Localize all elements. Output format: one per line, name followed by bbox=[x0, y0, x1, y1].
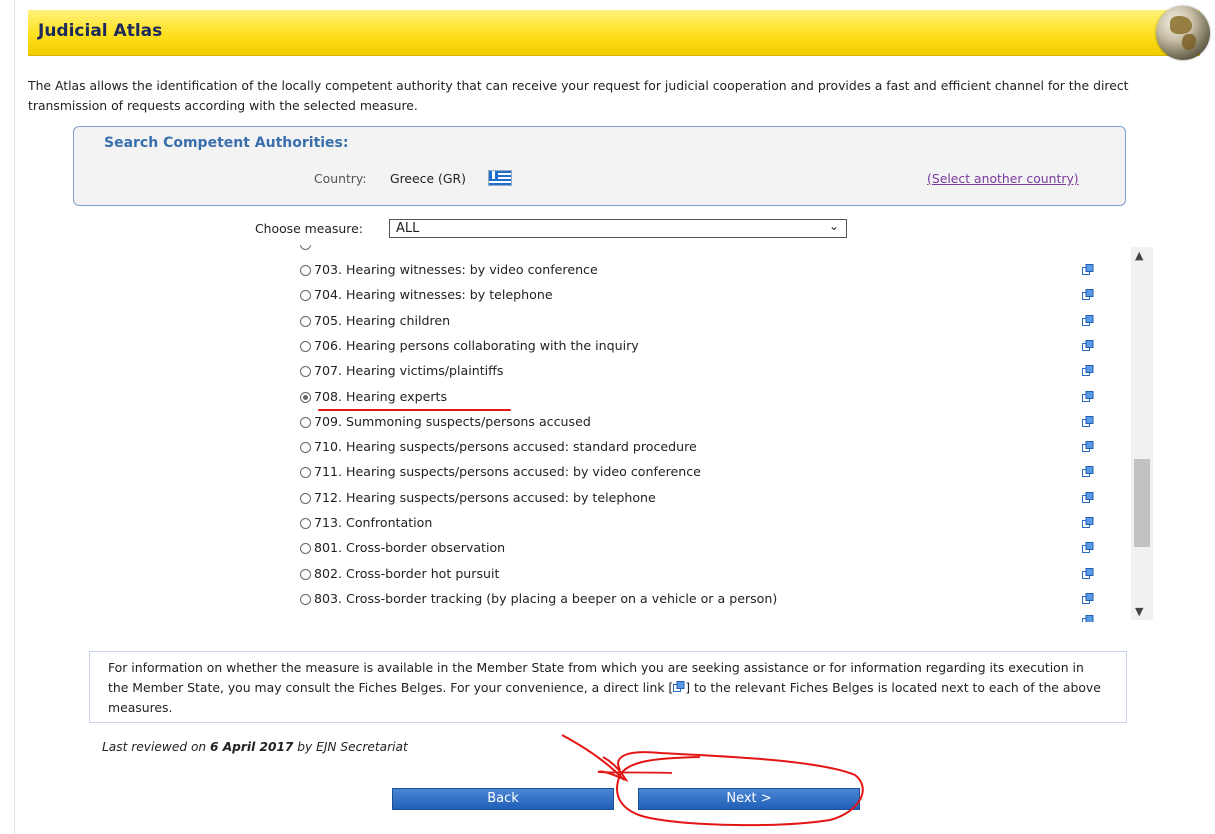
measure-row[interactable]: 713. Confrontation bbox=[300, 512, 1100, 534]
external-link-icon[interactable] bbox=[1082, 615, 1094, 622]
measure-radio[interactable] bbox=[300, 568, 311, 580]
country-label: Country: bbox=[314, 171, 367, 186]
measure-radio[interactable] bbox=[300, 416, 311, 428]
greece-flag-icon bbox=[488, 170, 512, 186]
back-button[interactable]: Back bbox=[392, 788, 614, 810]
measure-radio[interactable] bbox=[300, 593, 311, 605]
measure-select-value: ALL bbox=[396, 221, 420, 236]
globe-icon bbox=[1156, 6, 1210, 60]
measure-label-text: 711. Hearing suspects/persons accused: b… bbox=[314, 464, 701, 480]
external-link-icon[interactable] bbox=[1082, 517, 1094, 529]
measure-label-text: 708. Hearing experts bbox=[314, 388, 448, 404]
select-another-country-link[interactable]: (Select another country) bbox=[927, 171, 1079, 186]
measure-label-text: 707. Hearing victims/plaintiffs bbox=[314, 363, 504, 379]
measure-row[interactable]: 711. Hearing suspects/persons accused: b… bbox=[300, 461, 1100, 483]
measure-select[interactable]: ALL ⌄ bbox=[389, 219, 847, 238]
external-link-icon[interactable] bbox=[1082, 365, 1094, 377]
measure-radio[interactable] bbox=[300, 442, 311, 454]
external-link-icon[interactable] bbox=[1082, 592, 1094, 605]
scroll-down-arrow-icon[interactable]: ▼ bbox=[1135, 605, 1143, 618]
measure-row[interactable]: 703. Hearing witnesses: by video confere… bbox=[300, 259, 1100, 281]
measure-radio[interactable] bbox=[300, 467, 311, 479]
last-reviewed: Last reviewed on 6 April 2017 by EJN Sec… bbox=[102, 740, 408, 754]
measure-label-text: 801. Cross-border observation bbox=[314, 540, 506, 556]
measure-radio[interactable] bbox=[300, 518, 311, 529]
external-link-icon[interactable] bbox=[1082, 491, 1094, 504]
measure-radio[interactable] bbox=[300, 391, 311, 403]
external-link-icon[interactable] bbox=[1082, 415, 1094, 428]
external-link-icon[interactable] bbox=[1082, 466, 1094, 478]
measure-radio[interactable] bbox=[300, 265, 311, 276]
measure-row-partial bbox=[300, 245, 1100, 255]
measure-label-text: 710. Hearing suspects/persons accused: s… bbox=[314, 439, 697, 455]
external-link-icon[interactable] bbox=[1082, 264, 1094, 276]
reviewed-date: 6 April 2017 bbox=[210, 740, 294, 754]
search-panel: Search Competent Authorities: Country: G… bbox=[73, 126, 1126, 206]
measure-row[interactable]: 803. Cross-border tracking (by placing a… bbox=[300, 588, 1100, 610]
measure-radio[interactable] bbox=[300, 366, 311, 378]
reviewed-suffix: by EJN Secretariat bbox=[293, 740, 408, 754]
external-link-icon[interactable] bbox=[1082, 390, 1094, 403]
measure-label-text: 709. Summoning suspects/persons accused bbox=[314, 413, 591, 429]
measure-label-text: 802. Cross-border hot pursuit bbox=[314, 565, 500, 581]
measure-label: Choose measure: bbox=[255, 221, 363, 236]
reviewed-prefix: Last reviewed on bbox=[102, 740, 210, 754]
measure-label-text: 713. Confrontation bbox=[314, 515, 433, 530]
scroll-up-arrow-icon[interactable]: ▲ bbox=[1135, 249, 1143, 262]
scrollbar-thumb[interactable] bbox=[1134, 459, 1150, 547]
external-link-icon bbox=[673, 679, 685, 692]
measure-row[interactable]: 704. Hearing witnesses: by telephone bbox=[300, 284, 1100, 306]
search-heading: Search Competent Authorities: bbox=[104, 135, 349, 151]
page-left-rule bbox=[14, 0, 15, 834]
measure-row[interactable]: 802. Cross-border hot pursuit bbox=[300, 563, 1100, 585]
measure-radio[interactable] bbox=[300, 492, 311, 504]
header-bar: Judicial Atlas bbox=[28, 6, 1210, 60]
measure-radio[interactable] bbox=[300, 340, 311, 352]
measure-list-scrollbar[interactable]: ▲ ▼ bbox=[1131, 247, 1153, 620]
external-link-icon[interactable] bbox=[1082, 441, 1094, 453]
measure-radio[interactable] bbox=[300, 543, 311, 555]
country-value: Greece (GR) bbox=[390, 171, 466, 186]
measure-label-text: 803. Cross-border tracking (by placing a… bbox=[314, 590, 778, 606]
measure-label-text: 704. Hearing witnesses: by telephone bbox=[314, 287, 553, 303]
external-link-icon[interactable] bbox=[1082, 339, 1094, 352]
measure-row[interactable]: 712. Hearing suspects/persons accused: b… bbox=[300, 487, 1100, 509]
measure-row[interactable]: 801. Cross-border observation bbox=[300, 537, 1100, 559]
chevron-down-icon: ⌄ bbox=[828, 219, 839, 233]
page-title: Judicial Atlas bbox=[38, 21, 163, 41]
fiches-belges-info: For information on whether the measure i… bbox=[89, 651, 1127, 723]
measure-label-text: 705. Hearing children bbox=[314, 312, 451, 328]
measure-label-text: 703. Hearing witnesses: by video confere… bbox=[314, 262, 598, 277]
external-link-icon[interactable] bbox=[1082, 314, 1094, 327]
measure-row[interactable]: 707. Hearing victims/plaintiffs bbox=[300, 360, 1100, 382]
measure-list: 703. Hearing witnesses: by video confere… bbox=[290, 245, 1155, 622]
measure-row[interactable]: 706. Hearing persons collaborating with … bbox=[300, 335, 1100, 357]
external-link-icon[interactable] bbox=[1082, 542, 1094, 554]
external-link-icon[interactable] bbox=[1082, 289, 1094, 301]
next-button[interactable]: Next > bbox=[638, 788, 860, 810]
measure-radio[interactable] bbox=[300, 315, 311, 327]
measure-radio[interactable] bbox=[300, 290, 311, 302]
external-link-icon[interactable] bbox=[1082, 567, 1094, 580]
measure-row[interactable]: 709. Summoning suspects/persons accused bbox=[300, 411, 1100, 433]
measure-label-text: 712. Hearing suspects/persons accused: b… bbox=[314, 489, 656, 505]
measure-label-text: 706. Hearing persons collaborating with … bbox=[314, 337, 639, 353]
annotation-underline bbox=[318, 409, 511, 411]
intro-text: The Atlas allows the identification of t… bbox=[28, 78, 1129, 113]
measure-row[interactable]: 705. Hearing children bbox=[300, 310, 1100, 332]
measure-row[interactable]: 710. Hearing suspects/persons accused: s… bbox=[300, 436, 1100, 458]
measure-row[interactable]: 708. Hearing experts bbox=[300, 386, 1100, 408]
